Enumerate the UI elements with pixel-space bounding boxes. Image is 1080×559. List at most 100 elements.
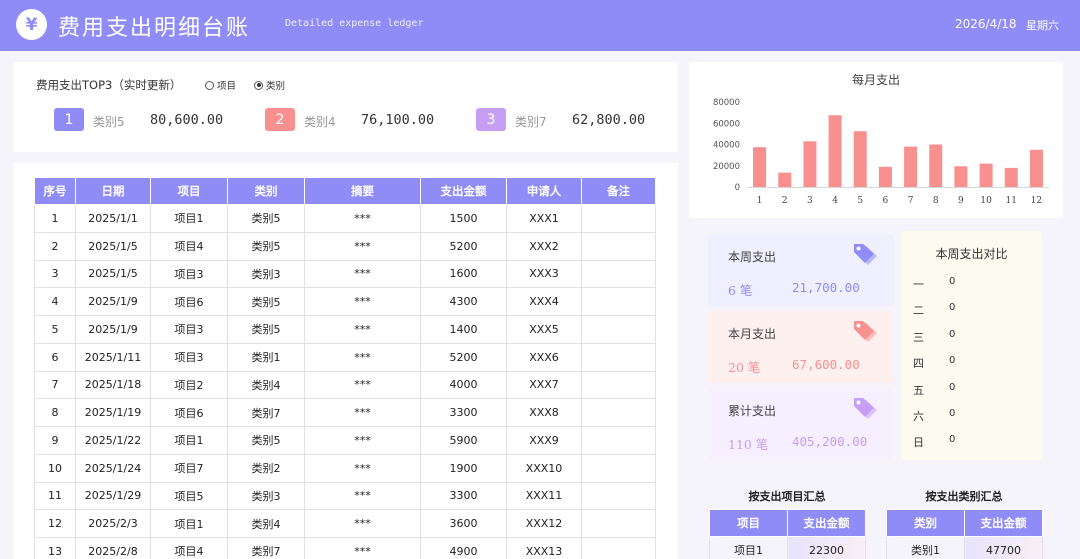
bar-month-10[interactable] <box>979 163 993 187</box>
cell-amount: 3300 <box>420 481 507 511</box>
table-row[interactable]: 11 2025/1/29 项目5 类别3 *** 3300 XXX11 <box>34 481 656 511</box>
card-label: 累计支出 <box>728 404 777 418</box>
radio-circle-selected-icon[interactable] <box>254 80 263 90</box>
col-header-category[interactable]: 类别 <box>227 177 305 205</box>
page-title: 费用支出明细台账 <box>58 16 251 41</box>
table-row[interactable]: 3 2025/1/5 项目3 类别3 *** 1600 XXX3 <box>34 259 656 289</box>
bar-month-4[interactable] <box>828 115 842 187</box>
table-row[interactable]: 1 2025/1/1 项目1 类别5 *** 1500 XXX1 <box>34 204 656 233</box>
bar-month-7[interactable] <box>904 146 918 187</box>
table-row: 项目1 22300 <box>709 536 866 559</box>
cell-applicant: XXX9 <box>506 426 582 455</box>
col-header-amount[interactable]: 支出金额 <box>787 509 866 537</box>
bar-month-8[interactable] <box>929 144 943 188</box>
cell-summary: *** <box>304 481 421 511</box>
table-row[interactable]: 9 2025/1/22 项目1 类别5 *** 5900 XXX9 <box>34 426 656 455</box>
bar-month-1[interactable] <box>753 147 767 187</box>
cell-note <box>581 259 656 289</box>
bar-month-3[interactable] <box>803 141 817 187</box>
yen-icon: ¥ <box>16 9 47 40</box>
cell-note <box>581 287 656 316</box>
table-row[interactable]: 13 2025/2/8 项目4 类别7 *** 4900 XXX13 <box>34 537 656 559</box>
card-amount: 405,200.00 <box>792 434 868 449</box>
col-header-date[interactable]: 日期 <box>75 177 151 205</box>
cell-amount: 4000 <box>420 370 507 400</box>
cell-project: 项目1 <box>150 509 228 538</box>
week-day-label: 四 <box>913 357 924 371</box>
cell-summary: *** <box>304 342 421 372</box>
x-tick-label: 1 <box>757 196 763 206</box>
top3-label: 费用支出TOP3（实时更新） <box>36 78 182 92</box>
table-row[interactable]: 8 2025/1/19 项目6 类别7 *** 3300 XXX8 <box>34 398 656 427</box>
table-row[interactable]: 10 2025/1/24 项目7 类别2 *** 1900 XXX10 <box>34 453 656 483</box>
cell-project: 项目7 <box>150 453 228 483</box>
price-tag-icon <box>854 398 877 419</box>
bar-month-6[interactable] <box>878 166 892 187</box>
cell-amount: 47700 <box>964 536 1043 559</box>
cell-index: 5 <box>34 315 76 344</box>
cell-note <box>581 509 656 538</box>
cell-applicant: XXX8 <box>506 398 582 427</box>
cell-summary: *** <box>304 537 421 559</box>
week-day-label: 一 <box>913 278 924 291</box>
cell-index: 4 <box>34 287 76 316</box>
bar-month-12[interactable] <box>1029 149 1043 187</box>
bar-month-11[interactable] <box>1004 167 1018 187</box>
card-label: 本周支出 <box>728 250 777 264</box>
bar-month-5[interactable] <box>853 131 867 187</box>
cell-date: 2025/2/8 <box>75 537 151 559</box>
table-row[interactable]: 2 2025/1/5 项目4 类别5 *** 5200 XXX2 <box>34 231 656 261</box>
col-header-applicant[interactable]: 申请人 <box>506 177 582 205</box>
cell-amount: 1500 <box>420 204 507 233</box>
cell-amount: 4300 <box>420 287 507 316</box>
col-header-summary[interactable]: 摘要 <box>304 177 421 205</box>
x-tick-label: 3 <box>807 196 813 206</box>
col-header-category[interactable]: 类别 <box>886 509 965 537</box>
week-day-value: 0 <box>949 434 956 446</box>
table-row[interactable]: 12 2025/2/3 项目1 类别4 *** 3600 XXX12 <box>34 509 656 538</box>
cell-project: 项目6 <box>150 398 228 427</box>
cell-index: 12 <box>34 509 76 538</box>
cell-applicant: XXX10 <box>506 453 582 483</box>
week-day-row: 二0 <box>913 302 955 318</box>
table-row[interactable]: 4 2025/1/9 项目6 类别5 *** 4300 XXX4 <box>34 287 656 316</box>
ledger-table: 序号 日期 项目 类别 摘要 支出金额 申请人 备注 1 2025/1/1 项目1 类… <box>34 177 656 559</box>
cell-amount: 1400 <box>420 315 507 344</box>
radio-circle-icon[interactable] <box>205 80 214 90</box>
y-tick-label: 60000 <box>713 119 740 129</box>
x-tick-label: 5 <box>857 196 863 206</box>
week-day-value: 0 <box>949 408 956 419</box>
rank-badge: 3 <box>476 108 506 131</box>
cell-applicant: XXX7 <box>506 370 582 400</box>
cell-amount: 22300 <box>787 536 866 559</box>
cell-date: 2025/1/24 <box>75 453 151 483</box>
col-header-note[interactable]: 备注 <box>581 177 656 205</box>
radio-project[interactable]: 项目 <box>205 78 236 92</box>
col-header-project[interactable]: 项目 <box>709 509 788 537</box>
cell-index: 8 <box>34 398 76 427</box>
cell-applicant: XXX13 <box>506 537 582 559</box>
table-row[interactable]: 7 2025/1/18 项目2 类别4 *** 4000 XXX7 <box>34 370 656 400</box>
cell-note <box>581 537 656 559</box>
col-header-amount[interactable]: 支出金额 <box>964 509 1043 537</box>
x-tick-label: 6 <box>883 196 889 206</box>
cell-note <box>581 231 656 261</box>
cell-date: 2025/1/5 <box>75 231 151 261</box>
cell-amount: 4900 <box>420 537 507 559</box>
cell-summary: *** <box>304 370 421 400</box>
cell-summary: *** <box>304 287 421 316</box>
col-header-amount[interactable]: 支出金额 <box>420 177 507 205</box>
table-row[interactable]: 5 2025/1/9 项目3 类别5 *** 1400 XXX5 <box>34 315 656 344</box>
bar-month-2[interactable] <box>778 172 792 187</box>
table-row[interactable]: 6 2025/1/11 项目3 类别1 *** 5200 XXX6 <box>34 342 656 372</box>
top3-panel: 费用支出TOP3（实时更新） 项目 类别 1 类别5 80,600.00 2 类… <box>14 62 678 152</box>
col-header-index[interactable]: 序号 <box>34 177 76 205</box>
radio-category[interactable]: 类别 <box>254 78 285 92</box>
col-header-project[interactable]: 项目 <box>150 177 228 205</box>
cell-amount: 5200 <box>420 231 507 261</box>
summary-project-table: 项目 支出金额 项目1 22300 <box>709 509 866 559</box>
header-weekday: 星期六 <box>1026 19 1059 32</box>
y-tick-label: 80000 <box>713 98 740 108</box>
cell-date: 2025/1/22 <box>75 426 151 455</box>
bar-month-9[interactable] <box>954 166 968 187</box>
